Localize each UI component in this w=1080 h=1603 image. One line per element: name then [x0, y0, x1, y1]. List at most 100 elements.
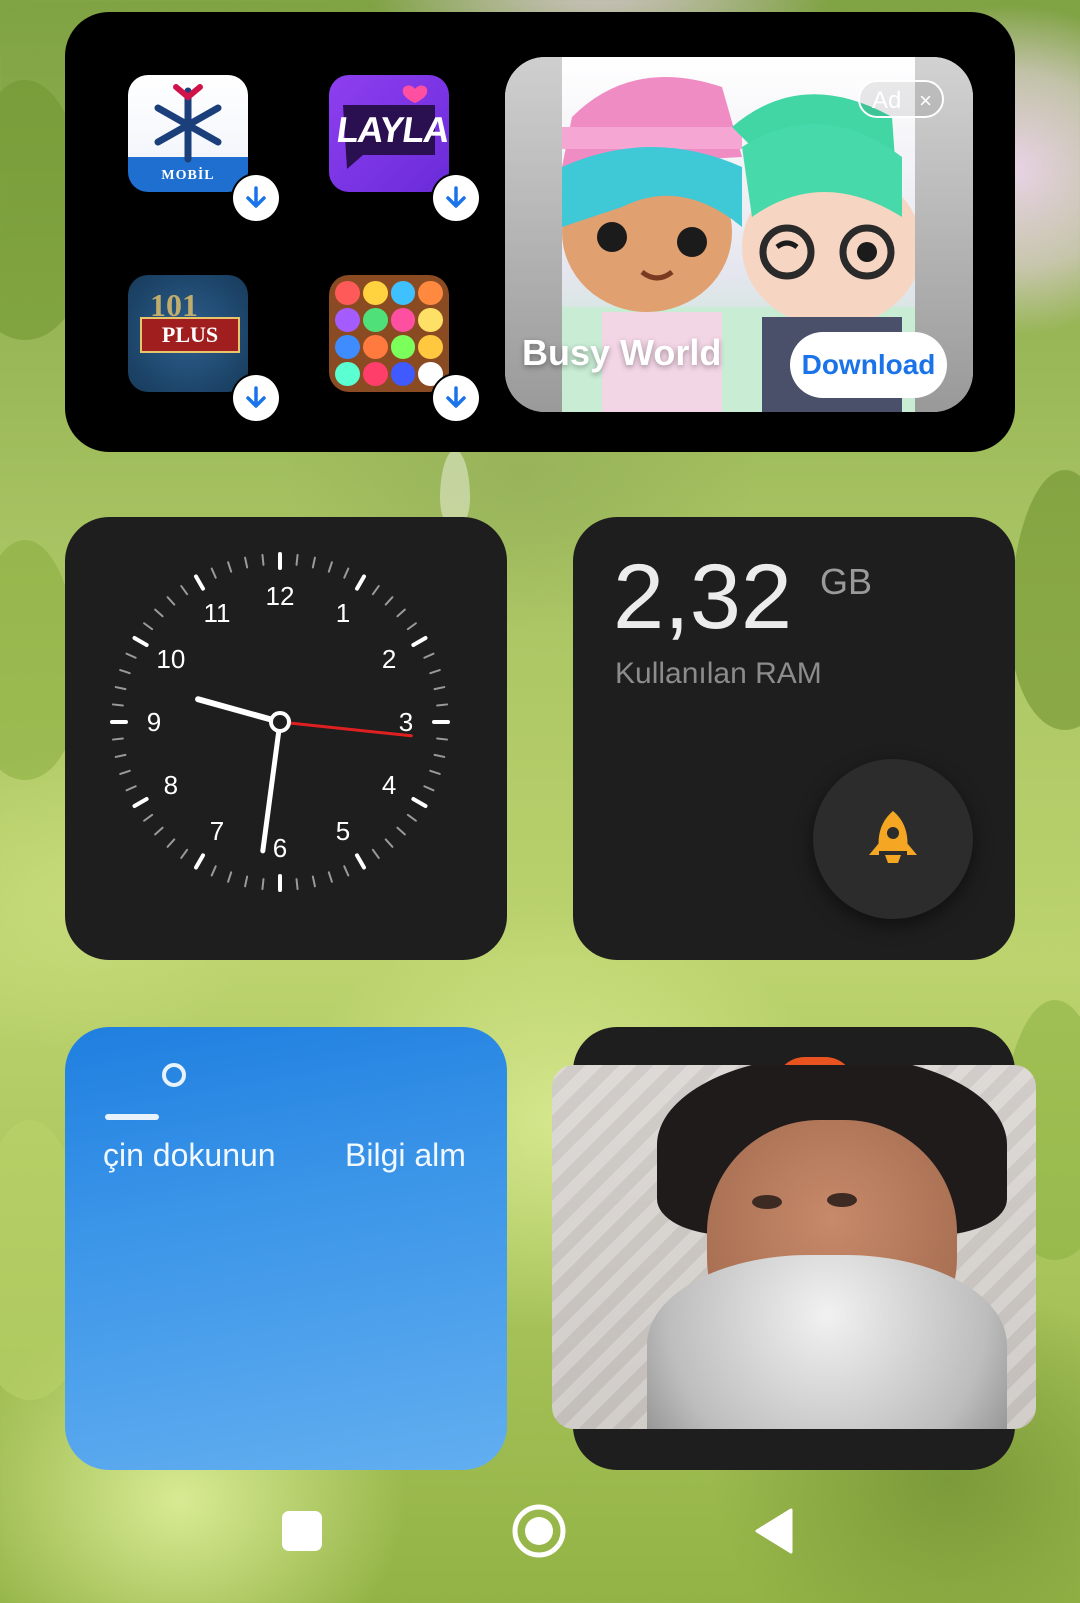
- wallpaper-leaf: [1010, 470, 1080, 730]
- video-person-eye: [827, 1193, 857, 1207]
- clock-minute-tick: [343, 865, 350, 877]
- clock-minute-tick: [429, 669, 441, 675]
- clock-number: 4: [382, 770, 396, 800]
- floating-video-player[interactable]: [552, 1065, 1036, 1429]
- clock-number: 12: [266, 581, 295, 611]
- download-arrow-icon: [446, 186, 466, 208]
- temperature-placeholder: [105, 1114, 159, 1120]
- download-badge[interactable]: [433, 375, 479, 421]
- download-badge[interactable]: [233, 175, 279, 221]
- app-label: MOBİL: [161, 168, 215, 183]
- download-button[interactable]: Download: [790, 332, 947, 398]
- clock-minute-tick: [154, 608, 164, 618]
- boost-button[interactable]: [813, 759, 973, 919]
- app-label: PLUS: [140, 317, 240, 353]
- triangle-back-icon: [755, 1508, 793, 1554]
- clock-minute-tick: [210, 567, 217, 579]
- clock-hour-tick: [194, 853, 205, 870]
- clock-minute-tick: [244, 875, 249, 888]
- clock-minute-tick: [154, 826, 164, 836]
- clock-second-hand: [278, 720, 413, 738]
- back-button[interactable]: [752, 1508, 794, 1554]
- video-person-eye: [752, 1195, 782, 1209]
- clock-hour-tick: [411, 797, 428, 808]
- app-icon-toy-shelf[interactable]: [329, 275, 449, 392]
- clock-hour-tick: [411, 636, 428, 647]
- app-suggestions-widget: MOBİL LAYLA 101 PLUS Ad × Busy World Dow…: [65, 12, 1015, 452]
- clock-minute-tick: [371, 848, 380, 859]
- home-button[interactable]: [511, 1503, 567, 1559]
- clock-minute-tick: [327, 561, 333, 573]
- clock-number: 7: [210, 816, 224, 846]
- clock-number: 11: [204, 598, 231, 628]
- clock-number: 6: [273, 833, 287, 863]
- clock-minute-tick: [436, 737, 449, 741]
- clock-number: 9: [147, 707, 161, 737]
- clock-minute-tick: [343, 567, 350, 579]
- clock-hour-tick: [355, 853, 366, 870]
- weather-hint-text: Bilgi alm: [345, 1137, 466, 1173]
- clock-number: 5: [336, 816, 350, 846]
- ad-label: Ad: [872, 87, 902, 114]
- clock-minute-tick: [125, 652, 137, 659]
- clock-minute-tick: [111, 737, 124, 741]
- clock-minute-tick: [406, 622, 417, 631]
- download-badge[interactable]: [433, 175, 479, 221]
- clock-minute-tick: [143, 813, 154, 822]
- ad-banner-card[interactable]: Ad × Busy World Download: [505, 57, 973, 412]
- ram-cleaner-widget[interactable]: 2,32 GB Kullanılan RAM: [573, 517, 1015, 960]
- clock-minute-hand: [260, 719, 283, 854]
- clock-minute-tick: [311, 556, 316, 569]
- degree-icon: [162, 1063, 186, 1087]
- clock-minute-tick: [436, 703, 449, 707]
- snowflake-logo-icon: [154, 84, 222, 163]
- clock-minute-tick: [311, 875, 316, 888]
- clock-minute-tick: [295, 553, 299, 566]
- clock-minute-tick: [114, 753, 127, 758]
- download-badge[interactable]: [233, 375, 279, 421]
- clock-minute-tick: [423, 785, 435, 792]
- analog-clock-widget[interactable]: 12 1 2 3 4 5 6 7 8 9 10 11: [65, 517, 507, 960]
- clock-number: 8: [164, 770, 178, 800]
- clock-minute-tick: [396, 608, 406, 618]
- download-arrow-icon: [246, 386, 266, 408]
- ad-label-badge[interactable]: Ad ×: [858, 80, 944, 118]
- download-arrow-icon: [246, 186, 266, 208]
- weather-widget[interactable]: çin dokunun Bilgi alm: [65, 1027, 507, 1470]
- clock-minute-tick: [244, 556, 249, 569]
- close-icon[interactable]: ×: [919, 82, 932, 120]
- clock-number: 1: [336, 598, 350, 628]
- clock-minute-tick: [396, 826, 406, 836]
- ram-used-value: 2,32: [613, 546, 793, 648]
- video-person-beard: [647, 1255, 1007, 1429]
- recents-button[interactable]: [279, 1508, 325, 1554]
- clock-minute-tick: [210, 865, 217, 877]
- app-icon-mobil[interactable]: MOBİL: [128, 75, 248, 192]
- clock-minute-tick: [166, 596, 176, 606]
- clock-minute-tick: [119, 669, 131, 675]
- clock-hour-tick: [194, 574, 205, 591]
- clock-center-pin: [269, 711, 291, 733]
- square-icon: [282, 1511, 322, 1551]
- clock-minute-tick: [261, 878, 265, 891]
- clock-minute-tick: [180, 585, 189, 596]
- ad-title: Busy World: [522, 332, 722, 373]
- download-arrow-icon: [446, 386, 466, 408]
- clock-minute-tick: [143, 622, 154, 631]
- app-icon-layla[interactable]: LAYLA: [329, 75, 449, 192]
- ram-unit: GB: [820, 561, 873, 602]
- navigation-bar: [0, 1490, 1080, 1580]
- clock-number: 3: [399, 707, 413, 737]
- clock-minute-tick: [433, 686, 446, 691]
- clock-minute-tick: [327, 871, 333, 883]
- clock-minute-tick: [429, 769, 441, 775]
- clock-face: 121234567891011: [110, 552, 450, 892]
- clock-minute-tick: [371, 585, 380, 596]
- weather-hint-text: çin dokunun: [103, 1137, 276, 1173]
- clock-minute-tick: [261, 553, 265, 566]
- clock-minute-tick: [423, 652, 435, 659]
- clock-minute-tick: [111, 703, 124, 707]
- clock-minute-tick: [114, 686, 127, 691]
- clock-minute-tick: [384, 596, 394, 606]
- app-icon-101-plus[interactable]: 101 PLUS: [128, 275, 248, 392]
